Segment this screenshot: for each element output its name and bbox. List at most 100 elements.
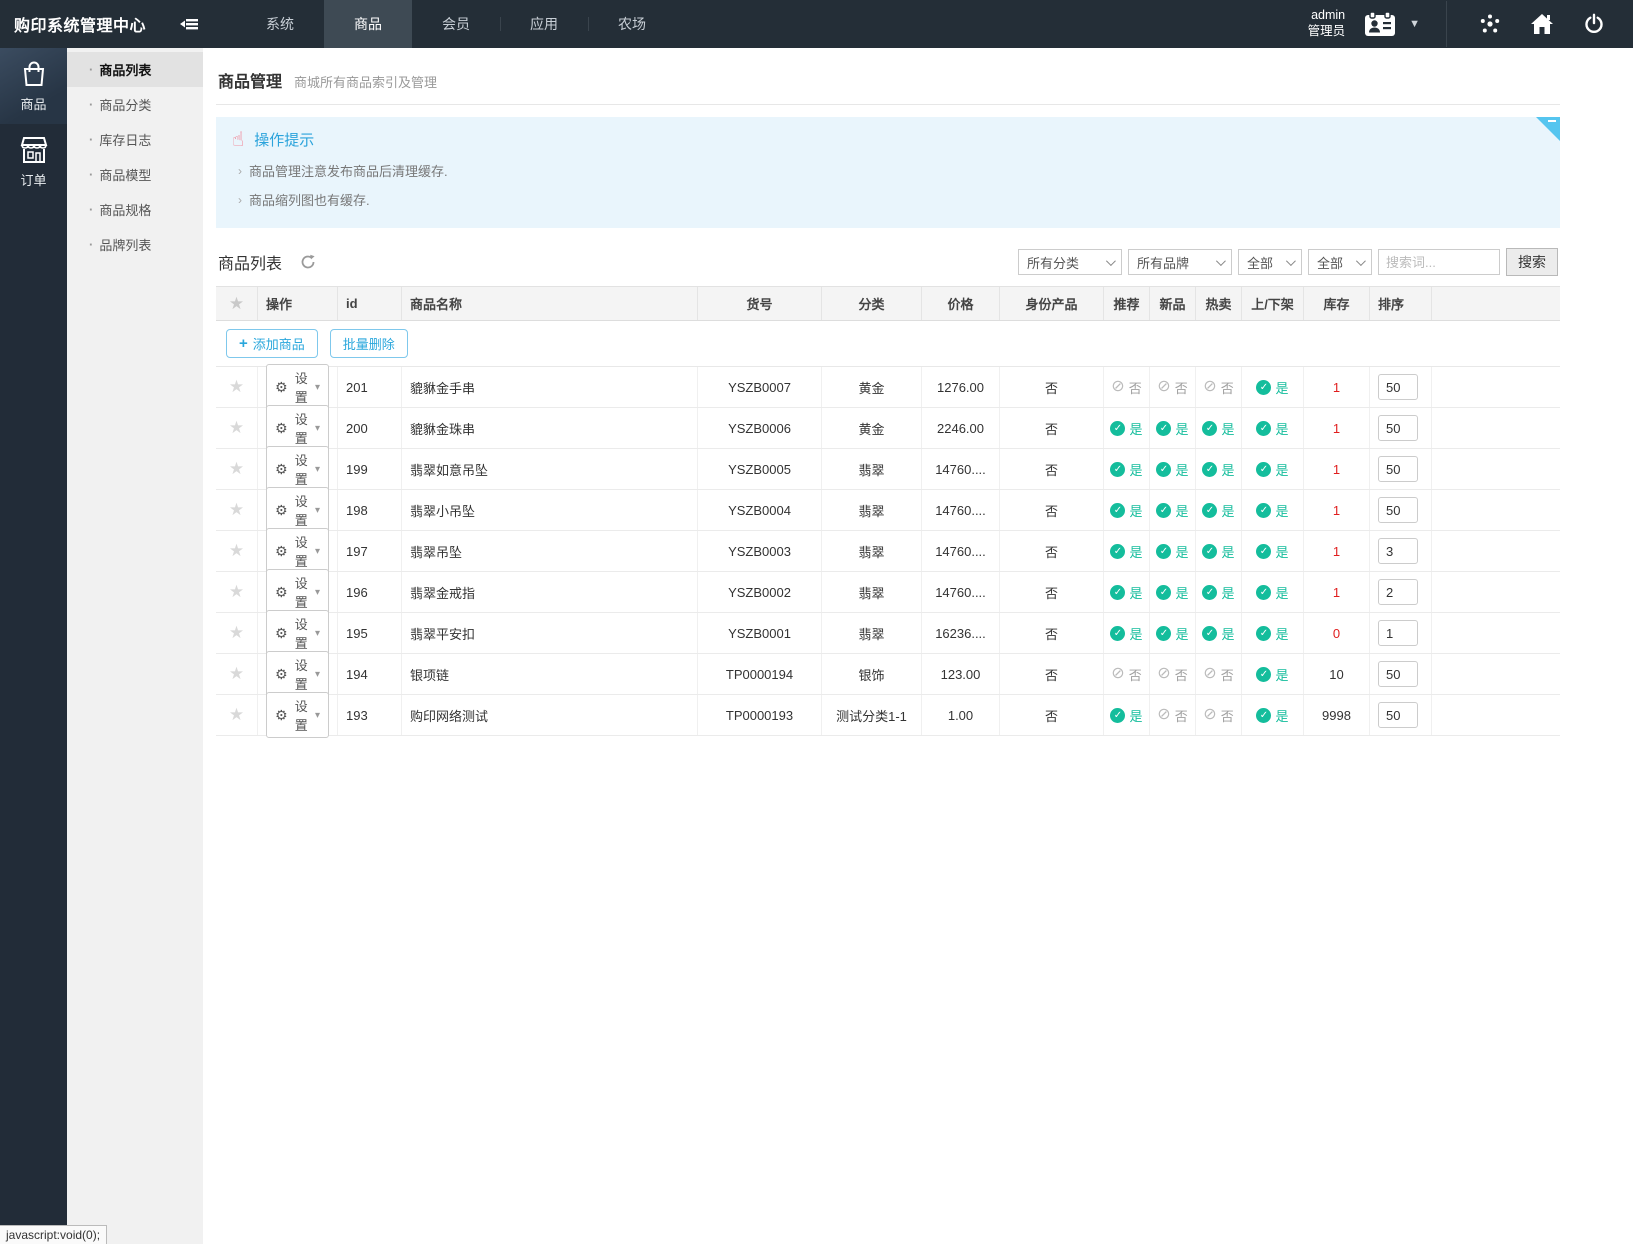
status-badge[interactable]: ✓是	[1110, 460, 1142, 479]
status-badge[interactable]: ✓是	[1256, 460, 1288, 479]
status-badge[interactable]: ✓是	[1110, 583, 1142, 602]
submenu-item-3[interactable]: 商品模型	[67, 157, 203, 192]
top-nav-item-1[interactable]: 商品	[324, 0, 412, 48]
settings-dropdown-button[interactable]: ⚙ 设置 ▾	[266, 405, 329, 451]
logout-button[interactable]	[1577, 7, 1611, 41]
type-select[interactable]: 全部	[1308, 249, 1372, 275]
status-badge[interactable]: ✓是	[1256, 378, 1288, 397]
status-badge[interactable]: ✓是	[1256, 419, 1288, 438]
sort-input[interactable]	[1378, 415, 1418, 441]
status-badge[interactable]: ✓是	[1202, 460, 1234, 479]
settings-dropdown-button[interactable]: ⚙ 设置 ▾	[266, 651, 329, 697]
status-badge[interactable]: ✓是	[1256, 542, 1288, 561]
sort-input[interactable]	[1378, 661, 1418, 687]
batch-delete-button[interactable]: 批量删除	[330, 329, 408, 358]
home-button[interactable]	[1525, 7, 1559, 41]
star-icon[interactable]: ★	[229, 705, 244, 725]
status-badge[interactable]: ✓是	[1156, 583, 1188, 602]
top-nav-item-2[interactable]: 会员	[412, 0, 500, 48]
status-badge[interactable]: ✓是	[1202, 542, 1234, 561]
status-badge[interactable]: ✓是	[1110, 624, 1142, 643]
star-icon[interactable]: ★	[229, 623, 244, 643]
product-name-cell: 翡翠平安扣	[402, 613, 698, 653]
top-nav-item-0[interactable]: 系统	[236, 0, 324, 48]
add-product-button[interactable]: + 添加商品	[226, 329, 318, 358]
star-icon[interactable]: ★	[229, 541, 244, 561]
clear-cache-button[interactable]	[1473, 7, 1507, 41]
top-nav-item-4[interactable]: 农场	[588, 0, 676, 48]
submenu-item-5[interactable]: 品牌列表	[67, 227, 203, 262]
sort-input[interactable]	[1378, 497, 1418, 523]
status-badge[interactable]: ✓是	[1256, 501, 1288, 520]
settings-dropdown-button[interactable]: ⚙ 设置 ▾	[266, 364, 329, 410]
status-badge[interactable]: ✓是	[1202, 583, 1234, 602]
sidebar-toggle-button[interactable]	[164, 0, 216, 48]
submenu-item-4[interactable]: 商品规格	[67, 192, 203, 227]
settings-dropdown-button[interactable]: ⚙ 设置 ▾	[266, 692, 329, 738]
star-icon[interactable]: ★	[229, 500, 244, 520]
status-badge[interactable]: ✓是	[1156, 542, 1188, 561]
action-cell: ⚙ 设置 ▾	[258, 408, 338, 448]
status-badge[interactable]: ⊘否	[1111, 665, 1141, 684]
refresh-button[interactable]	[300, 254, 316, 270]
status-badge[interactable]: ⊘否	[1157, 706, 1187, 725]
status-badge[interactable]: ✓是	[1202, 624, 1234, 643]
status-badge[interactable]: ✓是	[1256, 624, 1288, 643]
chevron-down-icon[interactable]: ▼	[1409, 18, 1420, 30]
submenu-item-1[interactable]: 商品分类	[67, 87, 203, 122]
settings-dropdown-button[interactable]: ⚙ 设置 ▾	[266, 528, 329, 574]
settings-dropdown-button[interactable]: ⚙ 设置 ▾	[266, 446, 329, 492]
sort-input[interactable]	[1378, 579, 1418, 605]
star-icon[interactable]: ★	[229, 459, 244, 479]
status-badge[interactable]: ⊘否	[1203, 378, 1233, 397]
status-badge[interactable]: ✓是	[1256, 583, 1288, 602]
submenu-item-0[interactable]: 商品列表	[67, 52, 203, 87]
status-select[interactable]: 全部	[1238, 249, 1302, 275]
search-button[interactable]: 搜索	[1506, 248, 1558, 276]
settings-dropdown-button[interactable]: ⚙ 设置 ▾	[266, 610, 329, 656]
status-badge[interactable]: ⊘否	[1203, 665, 1233, 684]
submenu-item-2[interactable]: 库存日志	[67, 122, 203, 157]
sort-input[interactable]	[1378, 620, 1418, 646]
settings-dropdown-button[interactable]: ⚙ 设置 ▾	[266, 487, 329, 533]
sort-input[interactable]	[1378, 538, 1418, 564]
sort-input[interactable]	[1378, 456, 1418, 482]
status-badge[interactable]: ✓是	[1256, 706, 1288, 725]
status-badge[interactable]: ⊘否	[1157, 378, 1187, 397]
sort-input[interactable]	[1378, 702, 1418, 728]
top-nav-item-3[interactable]: 应用	[500, 0, 588, 48]
settings-dropdown-button[interactable]: ⚙ 设置 ▾	[266, 569, 329, 615]
star-icon[interactable]: ★	[229, 582, 244, 602]
status-badge[interactable]: ✓是	[1256, 665, 1288, 684]
type-select-value: 全部	[1317, 253, 1348, 272]
status-badge[interactable]: ✓是	[1110, 501, 1142, 520]
stock-cell: 0	[1304, 613, 1370, 653]
sort-input[interactable]	[1378, 374, 1418, 400]
share-nodes-icon	[1478, 12, 1502, 36]
status-badge[interactable]: ✓是	[1110, 706, 1142, 725]
status-badge[interactable]: ✓是	[1156, 501, 1188, 520]
star-icon[interactable]: ★	[229, 664, 244, 684]
status-badge[interactable]: ✓是	[1156, 460, 1188, 479]
search-input[interactable]	[1378, 249, 1500, 275]
status-badge[interactable]: ✓是	[1110, 419, 1142, 438]
star-icon[interactable]: ★	[229, 294, 244, 314]
sidebar-item-goods[interactable]: 商品	[0, 48, 67, 124]
status-badge[interactable]: ⊘否	[1157, 665, 1187, 684]
status-badge[interactable]: ✓是	[1202, 419, 1234, 438]
sidebar-item-orders[interactable]: 订单	[0, 124, 67, 200]
spacer-cell	[1432, 572, 1560, 612]
status-badge[interactable]: ⊘否	[1203, 706, 1233, 725]
profile-menu-button[interactable]	[1363, 7, 1397, 41]
star-icon[interactable]: ★	[229, 418, 244, 438]
brand-select[interactable]: 所有品牌	[1128, 249, 1232, 275]
status-badge[interactable]: ✓是	[1156, 419, 1188, 438]
category-select[interactable]: 所有分类	[1018, 249, 1122, 275]
status-badge[interactable]: ✓是	[1202, 501, 1234, 520]
status-badge[interactable]: ⊘否	[1111, 378, 1141, 397]
category-select-value: 所有分类	[1027, 253, 1098, 272]
status-badge[interactable]: ✓是	[1110, 542, 1142, 561]
star-icon[interactable]: ★	[229, 377, 244, 397]
status-badge[interactable]: ✓是	[1156, 624, 1188, 643]
status-label: 否	[1221, 665, 1234, 684]
